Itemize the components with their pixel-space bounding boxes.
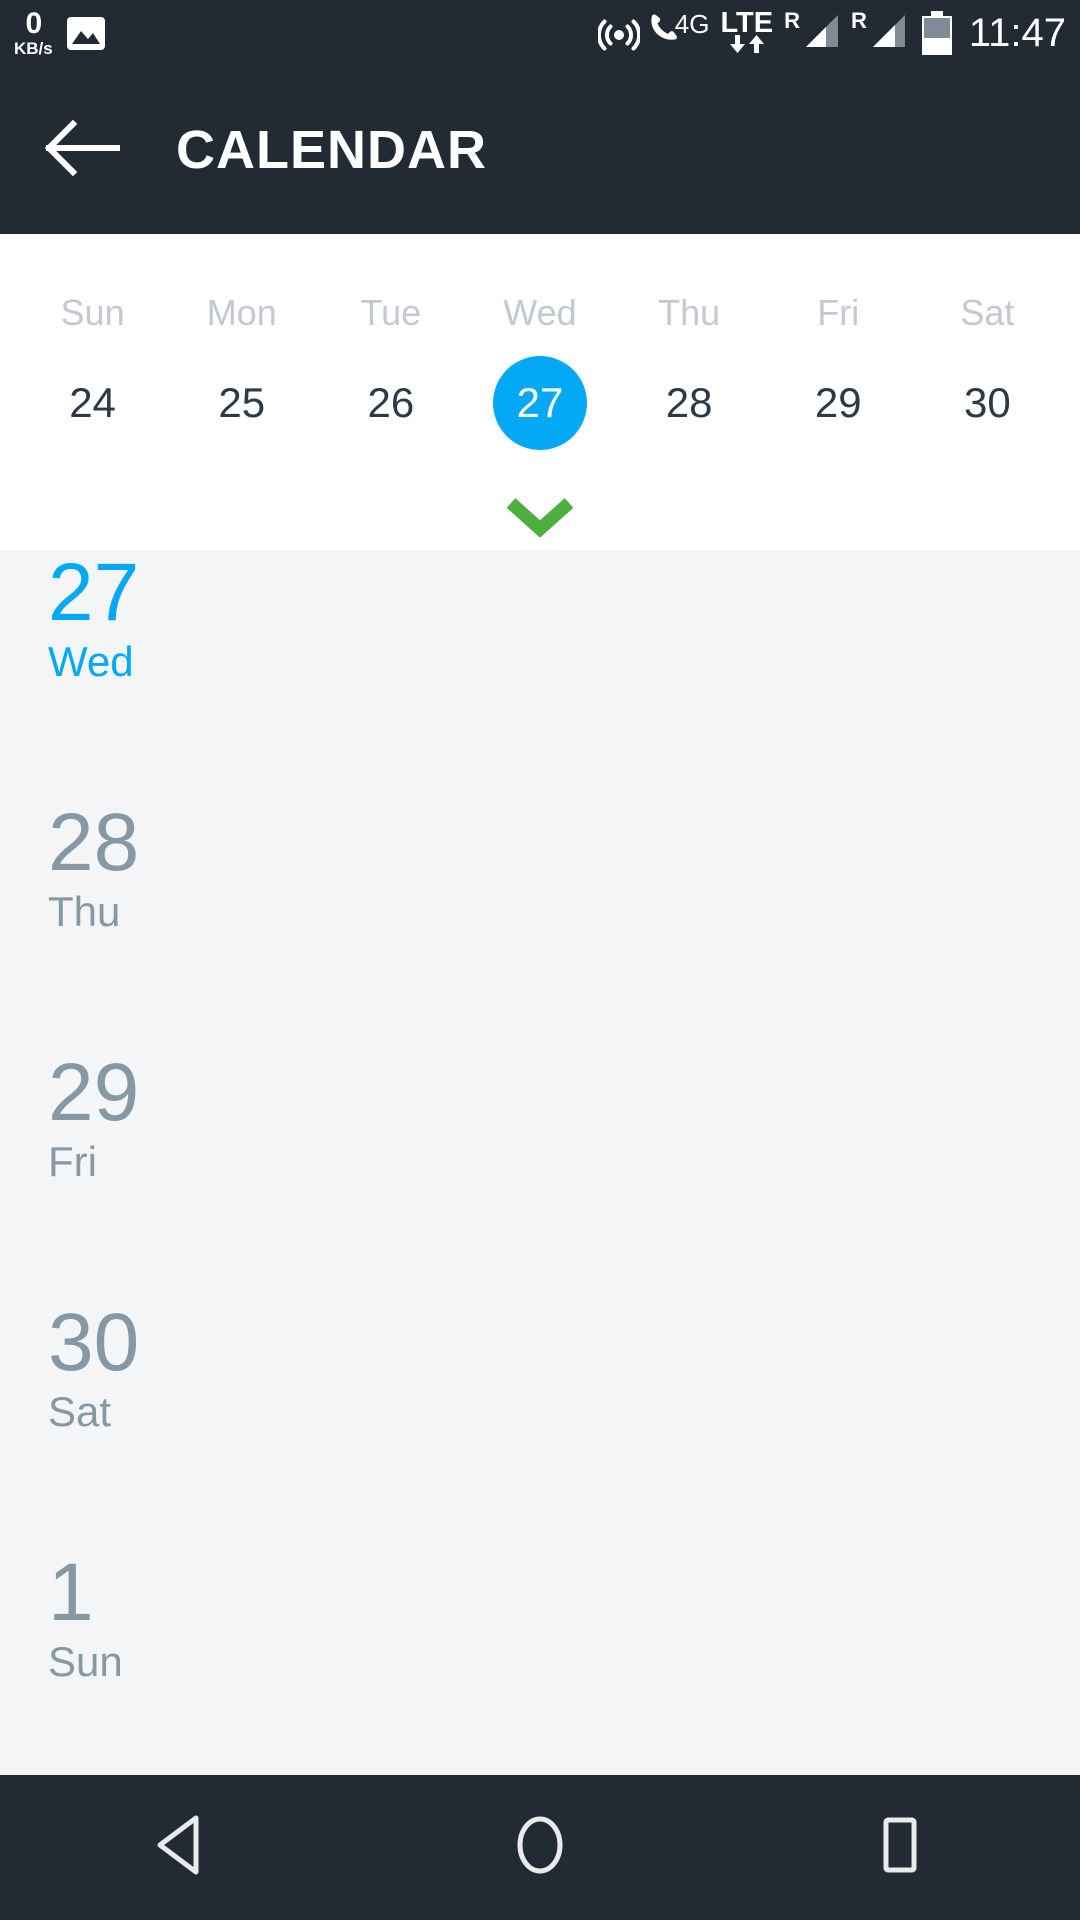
call-4g-indicator: 4G [651,8,710,56]
agenda-day-name: Fri [48,1138,97,1185]
agenda-day-name: Sun [48,1638,123,1685]
nav-home-button[interactable] [440,1775,640,1920]
phone-screen: 0 KB/s 4G LTE R R 11:47 CALENDAR Sun Mon… [0,0,1080,1920]
weekday-label: Sun [60,292,125,333]
android-navigation-bar [0,1775,1080,1920]
week-date-number-selected: 27 [492,356,587,450]
sim1-roaming-label: R [784,7,800,33]
agenda-day-number: 30 [48,1297,140,1388]
week-day-cell-sun[interactable]: 24 [18,356,167,450]
signal-bars-icon [867,11,907,56]
agenda-row[interactable]: 30 Sat [0,1300,1080,1550]
hotspot-icon [596,13,641,53]
agenda-row[interactable]: 28 Thu [0,800,1080,1050]
status-bar-right: 4G LTE R R 11:47 [596,6,1066,58]
week-date-number: 26 [367,379,415,426]
network-speed-indicator: 0 KB/s [14,7,53,58]
lte-indicator: LTE [720,6,774,58]
week-day-cell-fri[interactable]: 29 [764,356,913,450]
battery-body [921,16,952,55]
call-icon [651,11,677,56]
network-type-4g-label: 4G [674,8,710,39]
battery-icon [921,11,952,55]
week-date-number: 24 [69,379,116,426]
agenda-row[interactable]: 27 Wed [0,550,1080,800]
agenda-day-number: 29 [48,1047,140,1138]
agenda-day-name: Thu [48,888,121,935]
week-date-row: 24 25 26 27 28 29 30 [0,356,1080,450]
image-icon [66,16,105,50]
agenda-row[interactable]: 29 Fri [0,1050,1080,1300]
nav-recents-button[interactable] [800,1775,1000,1920]
agenda-day-name: Sat [48,1388,112,1435]
square-recents-icon [872,1814,928,1881]
arrow-down-icon [729,34,746,58]
week-strip: Sun Mon Tue Wed Thu Fri Sat 24 25 26 27 … [0,234,1080,550]
status-bar-left: 0 KB/s [14,9,105,57]
week-day-cell-tue[interactable]: 26 [316,356,465,450]
week-date-number: 28 [665,379,713,426]
weekday-label: Thu [658,292,721,333]
expand-calendar-button[interactable] [0,495,1080,542]
data-activity-arrows [729,34,765,58]
sim1-signal-indicator: R [784,7,840,56]
network-speed-unit: KB/s [14,39,53,58]
battery-fill [923,37,950,53]
back-button[interactable] [28,119,138,182]
signal-bars-icon [800,11,840,56]
week-day-cell-sat[interactable]: 30 [913,356,1062,450]
week-day-cell-wed[interactable]: 27 [465,356,614,450]
agenda-list[interactable]: 27 Wed 28 Thu 29 Fri 30 Sat 1 Sun [0,550,1080,1775]
chevron-down-icon [505,495,575,542]
weekday-label: Mon [206,292,277,333]
weekday-label: Tue [360,292,422,333]
weekday-label: Fri [817,292,860,333]
agenda-day-number: 28 [48,797,140,888]
week-date-number: 29 [814,379,862,426]
network-speed-value: 0 [25,7,43,40]
status-bar: 0 KB/s 4G LTE R R 11:47 [0,0,1080,66]
arrow-up-icon [748,34,765,58]
circle-home-icon [512,1814,568,1881]
weekday-label: Wed [503,292,577,333]
sim2-roaming-label: R [850,7,867,33]
sim2-signal-indicator: R [850,7,907,56]
agenda-day-name: Wed [48,638,134,685]
lte-label: LTE [720,6,774,39]
week-day-cell-mon[interactable]: 25 [167,356,316,450]
status-bar-clock: 11:47 [968,10,1066,55]
agenda-row[interactable]: 1 Sun [0,1550,1080,1775]
week-date-number: 30 [964,379,1011,426]
page-title: CALENDAR [176,120,487,180]
app-bar: CALENDAR [0,66,1080,234]
arrow-left-icon [44,119,121,182]
week-date-number: 25 [218,379,266,426]
week-day-cell-thu[interactable]: 28 [615,356,764,450]
triangle-back-icon [152,1814,208,1881]
agenda-day-number: 1 [48,1547,94,1638]
weekday-header-row: Sun Mon Tue Wed Thu Fri Sat [0,292,1080,334]
nav-back-button[interactable] [80,1775,280,1920]
agenda-day-number: 27 [48,550,140,638]
weekday-label: Sat [960,292,1015,333]
